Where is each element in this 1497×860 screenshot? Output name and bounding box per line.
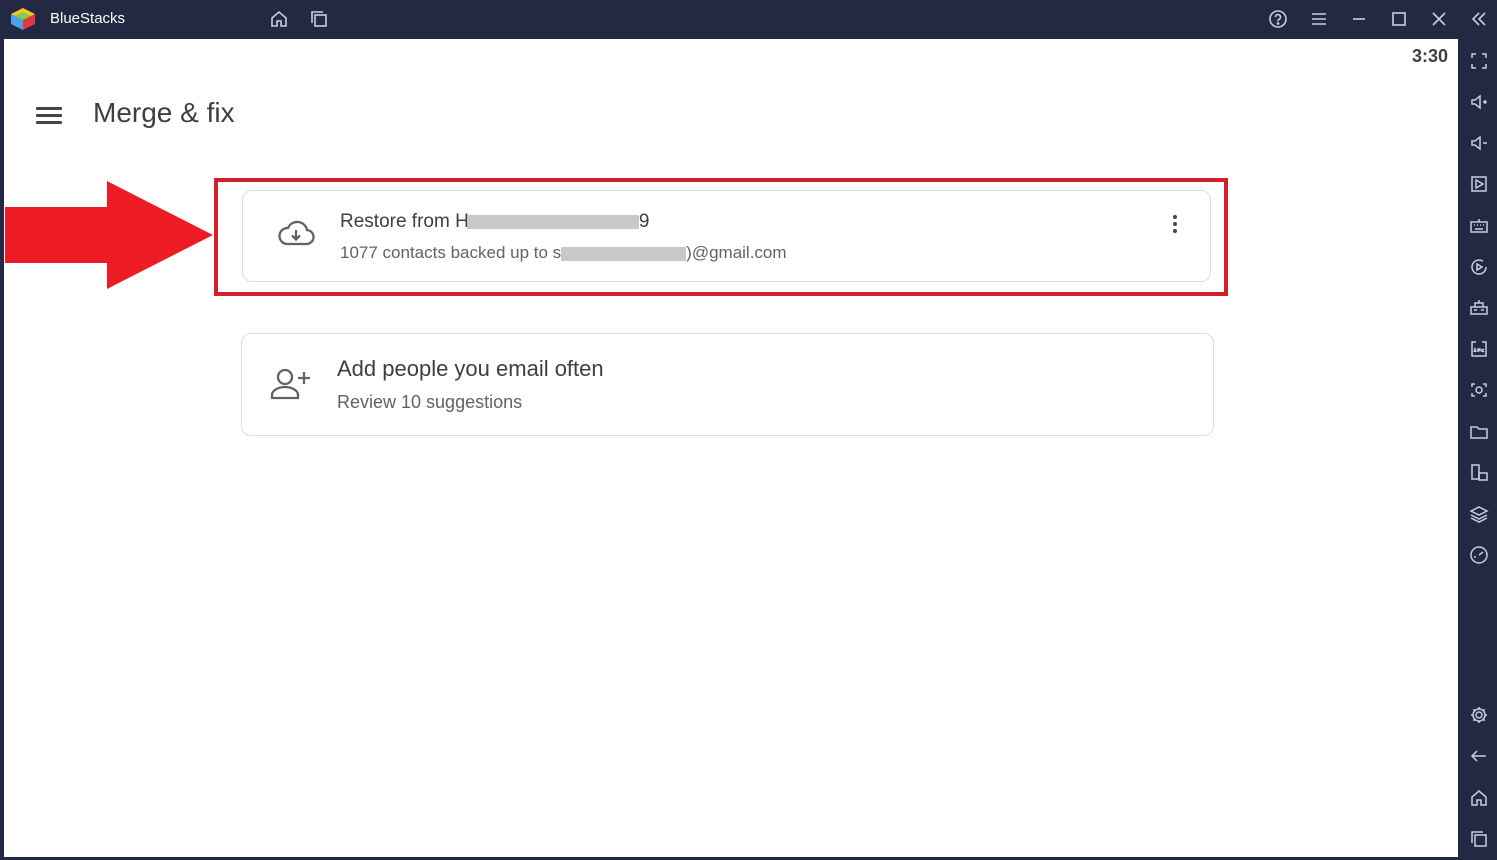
add-people-subtitle: Review 10 suggestions [337, 392, 523, 412]
bluestacks-titlebar: BlueStacks [0, 0, 1497, 38]
screen-cast-icon[interactable] [1468, 173, 1490, 195]
volume-down-icon[interactable] [1468, 132, 1490, 154]
macro-icon[interactable] [1468, 256, 1490, 278]
bluestacks-logo-icon [10, 7, 36, 31]
hamburger-icon[interactable] [36, 104, 64, 128]
layers-icon[interactable] [1468, 503, 1490, 525]
page-title: Merge & fix [93, 97, 235, 128]
multi-instance-icon[interactable] [308, 8, 330, 30]
close-icon[interactable] [1428, 8, 1450, 30]
add-people-title: Add people you email often [337, 356, 604, 381]
performance-icon[interactable] [1468, 544, 1490, 566]
status-time: 3:30 [1411, 46, 1448, 66]
fullscreen-icon[interactable] [1468, 50, 1490, 72]
cloud-download-icon [274, 213, 318, 257]
minimize-icon[interactable] [1348, 8, 1370, 30]
home-icon[interactable] [268, 8, 290, 30]
person-add-icon [268, 362, 312, 406]
menu-icon[interactable] [1308, 8, 1330, 30]
maximize-icon[interactable] [1388, 8, 1410, 30]
app-title: BlueStacks [50, 10, 126, 27]
redacted-email [561, 246, 687, 261]
multi-display-icon[interactable] [1468, 462, 1490, 484]
folder-icon[interactable] [1468, 421, 1490, 443]
redacted-device-name [466, 214, 639, 229]
screenshot-icon[interactable] [1468, 379, 1490, 401]
collapse-sidebar-icon[interactable] [1468, 8, 1490, 30]
game-controls-icon[interactable] [1468, 297, 1490, 319]
home-icon[interactable] [1468, 787, 1490, 809]
annotation-arrow-icon [5, 181, 215, 296]
settings-icon[interactable] [1468, 704, 1490, 726]
add-people-card[interactable]: Add people you email often Review 10 sug… [241, 333, 1214, 436]
recent-apps-icon[interactable] [1468, 828, 1490, 850]
apk-install-icon[interactable] [1468, 338, 1490, 360]
volume-up-icon[interactable] [1468, 91, 1490, 113]
keyboard-icon[interactable] [1468, 215, 1490, 237]
help-icon[interactable] [1267, 8, 1289, 30]
restore-backup-card[interactable]: Restore from H9 1077 contacts backed up … [242, 190, 1211, 282]
android-screen: 3:30 Merge & fix Restore from H9 1077 co… [4, 39, 1458, 857]
restore-title: Restore from H9 [340, 211, 650, 232]
more-vert-icon[interactable] [1168, 213, 1182, 235]
restore-subtitle: 1077 contacts backed up to s)@gmail.com [340, 243, 787, 262]
bluestacks-sidebar [1460, 39, 1497, 860]
back-icon[interactable] [1468, 745, 1490, 767]
